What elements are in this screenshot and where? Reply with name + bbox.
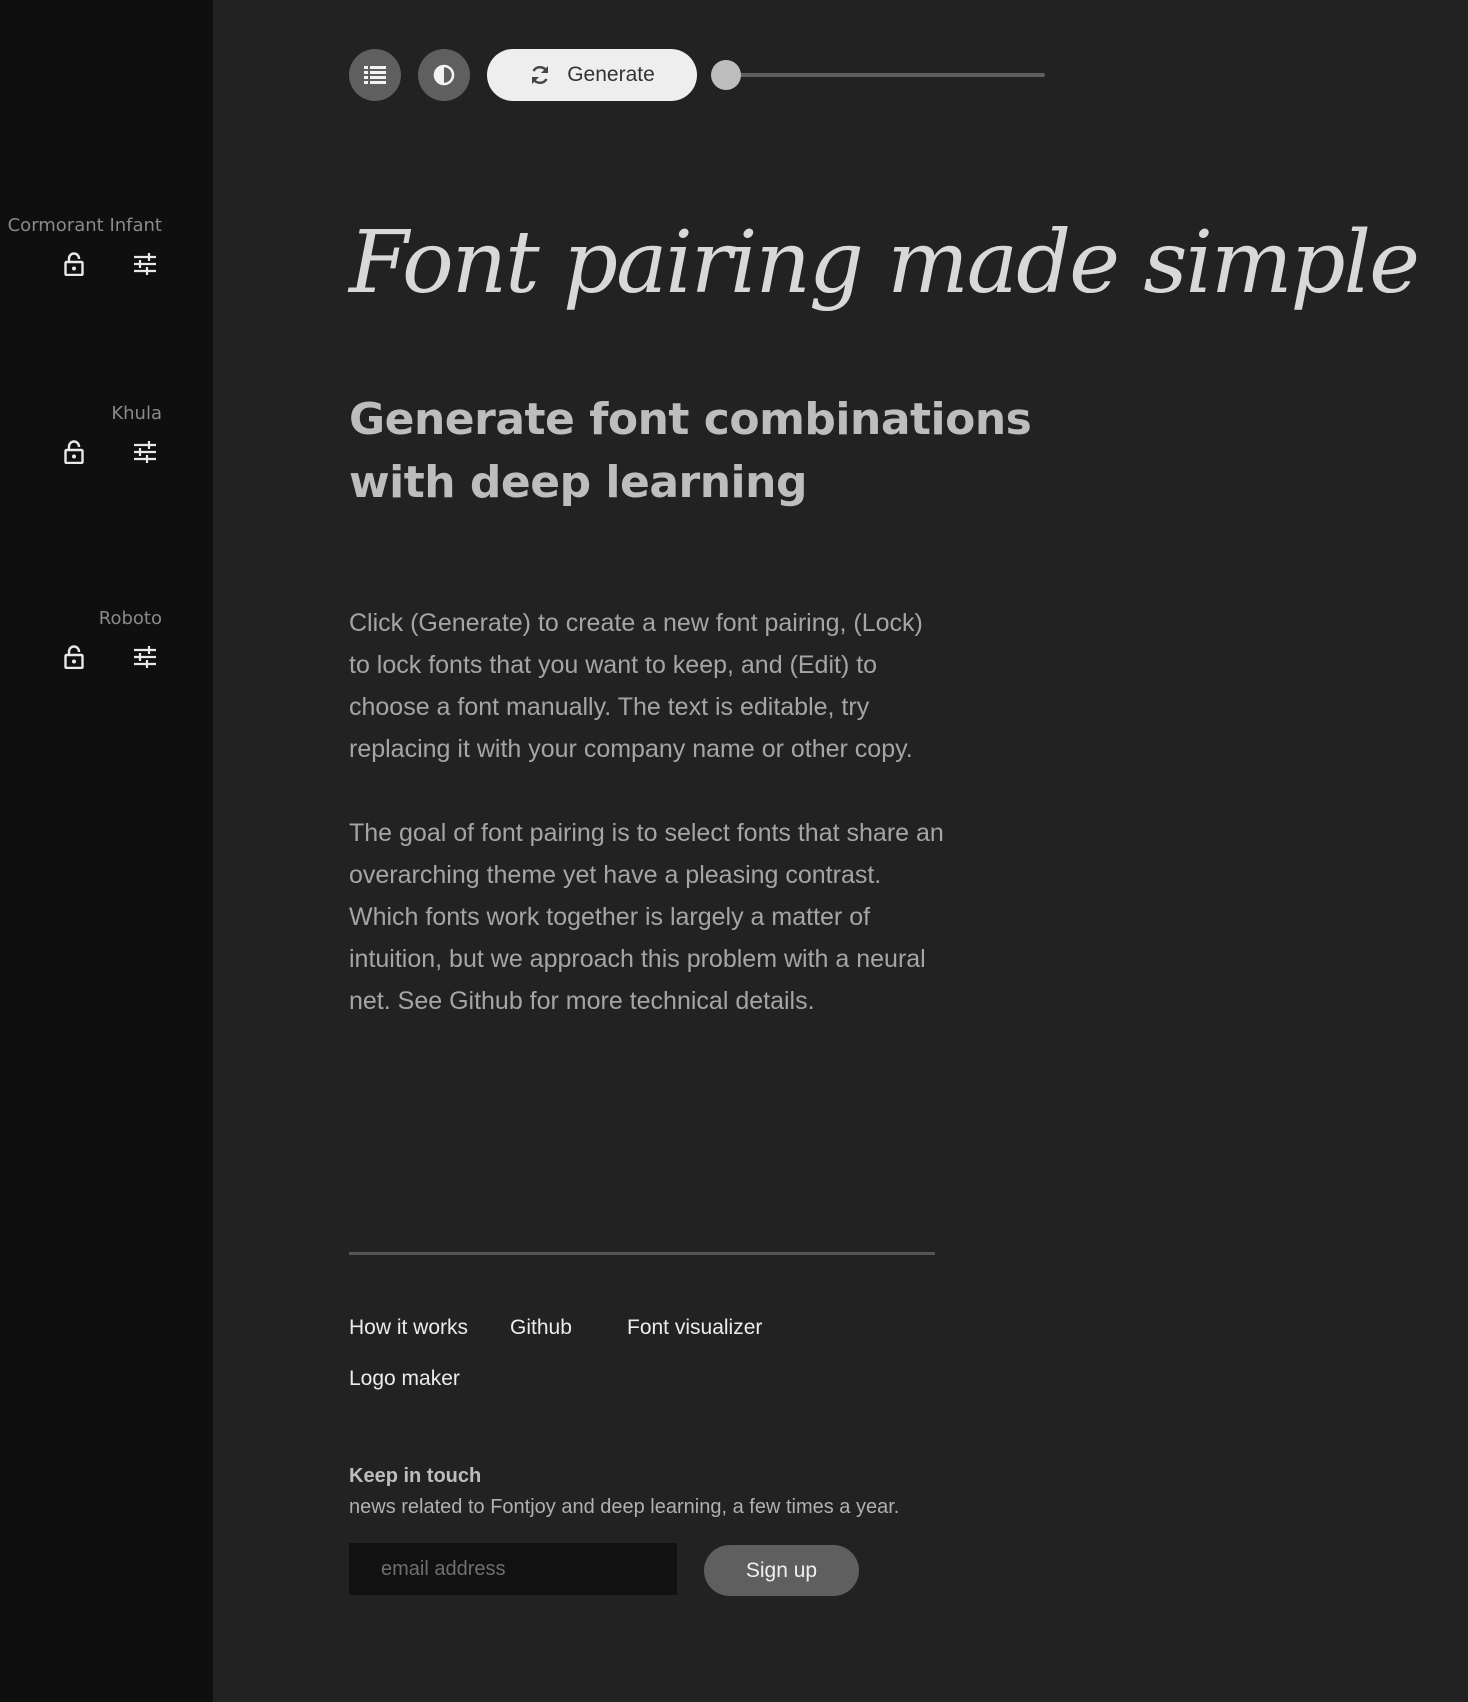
lock-button[interactable] [61, 642, 87, 672]
body-paragraph[interactable]: Click (Generate) to create a new font pa… [349, 602, 949, 770]
body-paragraph[interactable]: The goal of font pairing is to select fo… [349, 812, 949, 1022]
email-input[interactable] [349, 1543, 677, 1595]
slider-thumb[interactable] [711, 60, 741, 90]
refresh-icon [532, 66, 549, 84]
edit-font-button[interactable] [132, 437, 158, 467]
edit-font-button[interactable] [132, 249, 158, 279]
tune-icon [134, 441, 156, 463]
sidebar: Cormorant Infant Khula Roboto [0, 0, 213, 1702]
contrast-toggle-button[interactable] [418, 49, 470, 101]
footer-link-logo-maker[interactable]: Logo maker [349, 1367, 460, 1391]
footer-link-how-it-works[interactable]: How it works [349, 1316, 468, 1340]
newsletter-description: news related to Fontjoy and deep learnin… [349, 1496, 900, 1518]
tune-icon [134, 253, 156, 275]
lock-open-icon [64, 252, 84, 276]
lock-open-icon [64, 440, 84, 464]
tune-icon [134, 646, 156, 668]
headline[interactable]: Font pairing made simple [349, 203, 1449, 323]
main-content: Generate Font pairing made simple Genera… [213, 0, 1468, 1702]
generate-label: Generate [567, 63, 655, 86]
toolbar: Generate [349, 49, 1069, 101]
pairing-slider[interactable] [711, 59, 1045, 91]
signup-button[interactable]: Sign up [704, 1545, 859, 1596]
font-name-label: Cormorant Infant [7, 215, 162, 236]
footer-link-font-visualizer[interactable]: Font visualizer [627, 1316, 762, 1340]
subheadline[interactable]: Generate font combinations with deep lea… [349, 388, 1089, 514]
list-button[interactable] [349, 49, 401, 101]
font-name-label: Roboto [98, 608, 162, 629]
lock-button[interactable] [61, 437, 87, 467]
slider-track [721, 73, 1045, 77]
generate-button[interactable]: Generate [487, 49, 697, 101]
list-icon [364, 66, 386, 84]
contrast-icon [433, 64, 455, 86]
lock-button[interactable] [61, 249, 87, 279]
footer-divider [349, 1252, 935, 1255]
footer-link-github[interactable]: Github [510, 1316, 572, 1340]
edit-font-button[interactable] [132, 642, 158, 672]
newsletter-title: Keep in touch [349, 1465, 482, 1487]
lock-open-icon [64, 645, 84, 669]
font-name-label: Khula [111, 403, 162, 424]
